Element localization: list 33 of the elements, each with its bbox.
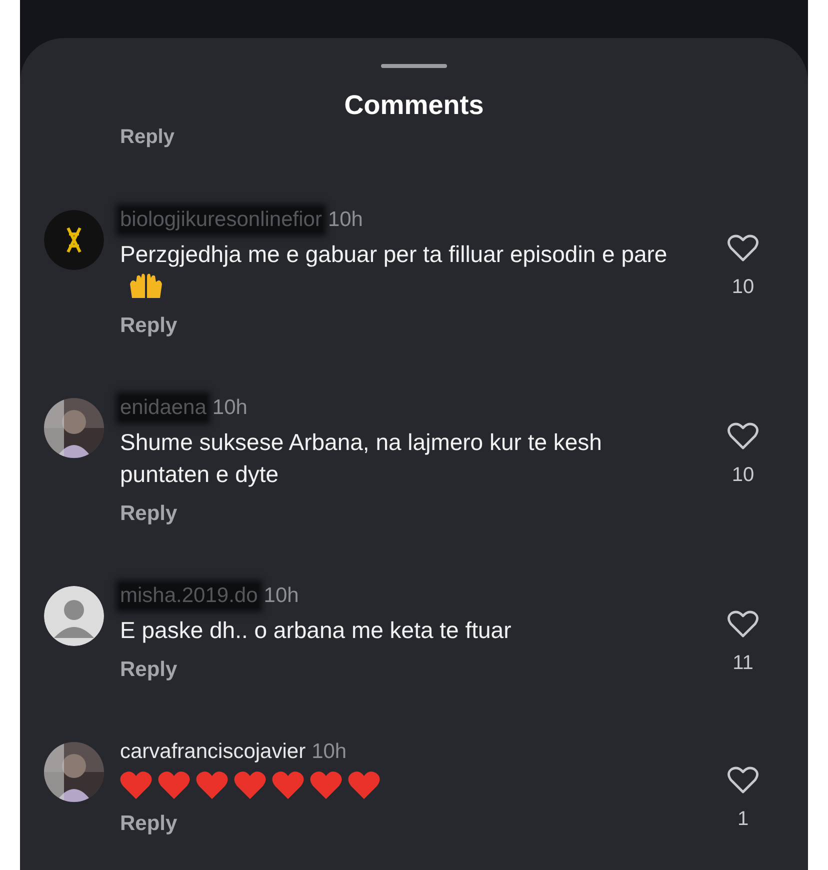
comment-text: Perzgjedhja me e gabuar per ta filluar episodin e pare	[120, 238, 695, 302]
like-count: 10	[732, 464, 754, 487]
reply-button[interactable]: Reply	[120, 502, 178, 526]
heart-icon	[348, 770, 380, 800]
avatar[interactable]	[44, 586, 104, 646]
sheet-title: Comments	[343, 90, 485, 121]
avatar[interactable]	[44, 210, 104, 270]
heart-icon	[234, 770, 266, 800]
comment-time: 10h	[328, 208, 363, 232]
comment-text: E paske dh.. o arbana me keta te ftuar	[120, 616, 512, 645]
reply-button[interactable]: Reply	[120, 314, 178, 338]
like-icon[interactable]	[727, 766, 759, 794]
heart-icon	[310, 770, 342, 800]
like-count: 1	[737, 808, 749, 831]
heart-icon	[272, 770, 304, 800]
comment-time: 10h	[264, 584, 299, 608]
comment-time: 10h	[212, 396, 248, 420]
like-count: 11	[732, 652, 754, 675]
reply-button[interactable]: Reply	[120, 812, 178, 836]
comment-text: Shume suksese Arbana, na lajmero kur te kesh puntaten e dyte	[120, 428, 603, 489]
heart-icon	[158, 770, 190, 800]
like-icon[interactable]	[727, 234, 759, 262]
heart-icon	[120, 770, 152, 800]
like-count: 10	[732, 276, 754, 299]
like-icon[interactable]	[727, 422, 759, 450]
heart-icon	[196, 770, 228, 800]
drag-handle[interactable]	[381, 64, 447, 68]
reply-button[interactable]: Reply	[120, 658, 178, 682]
like-icon[interactable]	[727, 610, 759, 638]
comment-time: 10h	[312, 740, 347, 764]
raised-hands-icon	[128, 272, 164, 300]
username[interactable]: carvafranciscojavier	[120, 740, 306, 764]
reply-link[interactable]: Reply	[120, 126, 174, 148]
